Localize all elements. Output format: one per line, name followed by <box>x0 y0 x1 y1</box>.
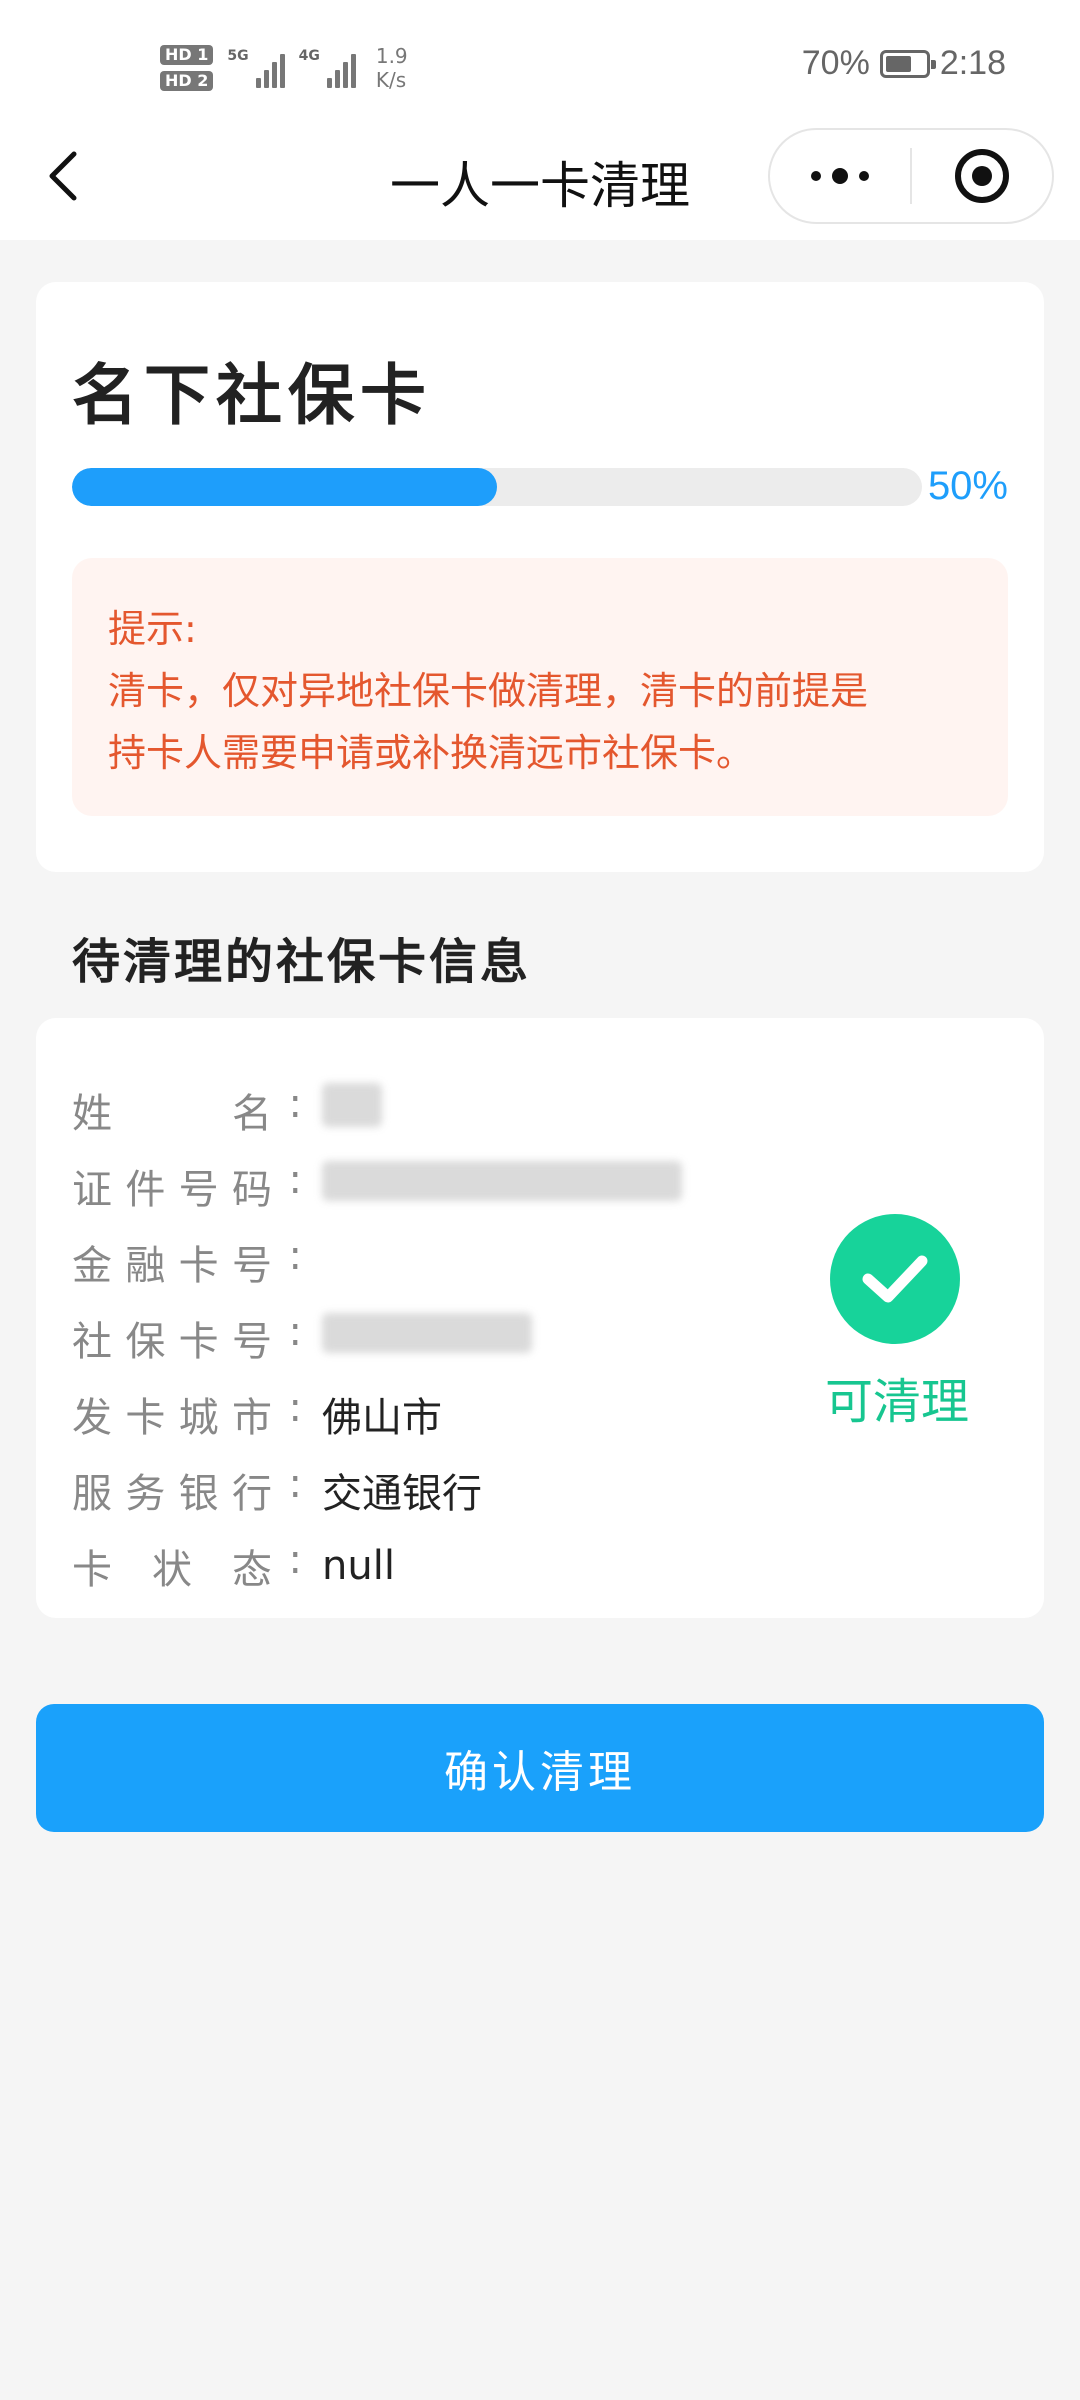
info-label: 金融卡号 <box>72 1243 272 1289</box>
mini-program-capsule <box>768 128 1054 224</box>
battery-percent: 70% <box>801 44 870 82</box>
info-label: 卡状态 <box>72 1547 272 1593</box>
info-row-status: 卡状态: null <box>72 1537 395 1593</box>
info-label: 服务银行 <box>72 1471 272 1517</box>
info-value: null <box>322 1543 395 1589</box>
info-row-city: 发卡城市: 佛山市 <box>72 1385 442 1441</box>
hd1-badge: HD 1 <box>160 45 214 65</box>
confirm-clear-button[interactable]: 确认清理 <box>36 1704 1044 1832</box>
tip-line-2: 持卡人需要申请或补换清远市社保卡。 <box>108 731 755 775</box>
info-label: 姓名 <box>72 1091 272 1137</box>
progress-fill <box>72 468 497 506</box>
info-row-name: 姓名: <box>72 1080 382 1140</box>
target-circle-icon <box>955 149 1009 203</box>
info-label: 证件号码 <box>72 1167 272 1213</box>
top-area: HD 1 HD 2 5G 4G 1.9 K/s 70% 2:18 一人一卡清理 <box>0 0 1080 240</box>
close-button[interactable] <box>912 130 1052 222</box>
progress-bar <box>72 468 922 506</box>
more-dots-icon <box>811 168 869 184</box>
card-title: 名下社保卡 <box>72 357 432 434</box>
section-title: 待清理的社保卡信息 <box>72 934 532 990</box>
info-value: 佛山市 <box>322 1395 442 1441</box>
info-value <box>322 1083 382 1137</box>
check-circle-icon <box>830 1214 960 1344</box>
clock: 2:18 <box>939 44 1006 82</box>
info-row-id-number: 证件号码: <box>72 1156 682 1216</box>
progress-percent: 50% <box>927 464 1008 508</box>
nav-bar: 一人一卡清理 <box>0 128 1080 240</box>
masked-value <box>322 1083 382 1127</box>
tip-title: 提示: <box>108 607 197 651</box>
status-left: HD 1 HD 2 5G 4G 1.9 K/s <box>160 36 408 100</box>
info-label: 社保卡号 <box>72 1319 272 1365</box>
status-bar: HD 1 HD 2 5G 4G 1.9 K/s 70% 2:18 <box>0 0 1080 130</box>
tip-box: 提示: 清卡，仅对异地社保卡做清理，清卡的前提是 持卡人需要申请或补换清远市社保… <box>72 558 1008 816</box>
tip-line-1: 清卡，仅对异地社保卡做清理，清卡的前提是 <box>108 669 869 713</box>
hd2-badge: HD 2 <box>160 71 214 91</box>
info-value <box>322 1161 682 1211</box>
masked-value <box>322 1313 532 1353</box>
more-button[interactable] <box>770 130 910 222</box>
info-value <box>322 1313 532 1363</box>
info-label: 发卡城市 <box>72 1395 272 1441</box>
info-row-social-card: 社保卡号: <box>72 1308 532 1368</box>
progress-card: 名下社保卡 50% 提示: 清卡，仅对异地社保卡做清理，清卡的前提是 持卡人需要… <box>36 282 1044 872</box>
masked-value <box>322 1161 682 1201</box>
info-row-bank: 服务银行: 交通银行 <box>72 1461 482 1517</box>
net-speed: 1.9 K/s <box>375 44 408 92</box>
info-row-bank-card: 金融卡号: <box>72 1233 302 1289</box>
info-value: 交通银行 <box>322 1471 482 1517</box>
battery-icon <box>879 49 936 78</box>
clearable-status: 可清理 <box>824 1374 969 1430</box>
status-right: 70% 2:18 <box>802 44 1006 83</box>
card-info-card: 姓名: 证件号码: 金融卡号: 社保卡号: 发卡城市: 佛山市 服务银行: 交通… <box>36 1018 1044 1618</box>
signal-5g-icon: 5G <box>227 48 285 88</box>
signal-4g-icon: 4G <box>299 48 356 88</box>
